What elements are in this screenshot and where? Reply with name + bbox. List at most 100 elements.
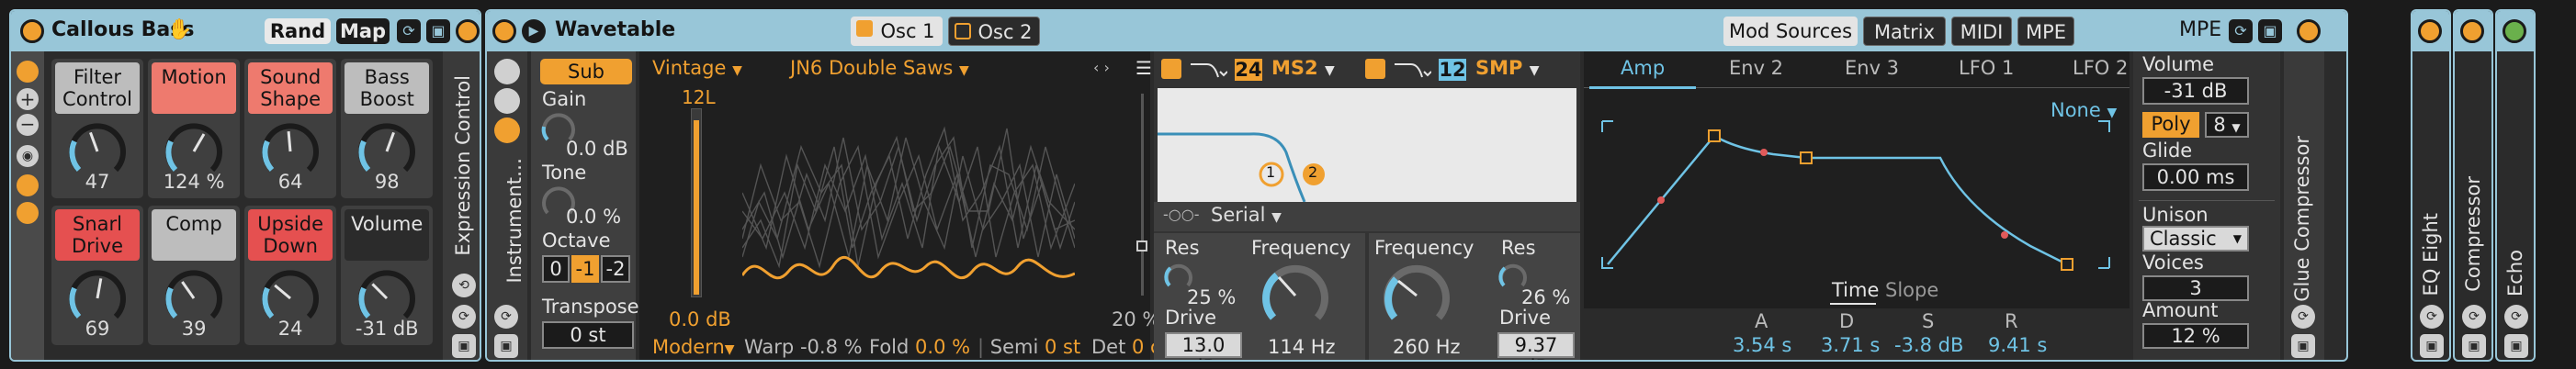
tab-midi[interactable]: MIDI [1951, 17, 2012, 46]
eq-swap-icon[interactable]: ⟳ [2420, 305, 2444, 329]
warp-value[interactable]: -0.8 % [800, 336, 863, 358]
attack-value[interactable]: 3.54 s [1733, 334, 1791, 356]
filter1-type-select[interactable]: MS2 ▼ [1271, 57, 1335, 79]
envelope-display[interactable] [1599, 117, 2113, 283]
wavetable-play-icon[interactable]: ▶ [522, 19, 546, 43]
unison-mode-select[interactable]: Classic ▼ [2142, 226, 2249, 252]
remove-macro-icon[interactable]: − [17, 114, 39, 136]
f2-drive-value[interactable]: 9.37 dB [1497, 332, 1575, 360]
show-devices-icon[interactable] [17, 202, 39, 224]
wavetable-display[interactable] [742, 110, 1075, 319]
filter1-slope[interactable]: 24 [1235, 59, 1262, 81]
tab-osc-2[interactable]: Osc 2 [948, 17, 1040, 46]
filter-node-1[interactable]: 1 [1266, 163, 1275, 181]
macro-rack-activator[interactable] [456, 19, 480, 43]
echo-save-icon[interactable]: ▣ [2504, 334, 2528, 358]
semi-value[interactable]: 0 st [1045, 336, 1080, 358]
mod-source-env-2[interactable]: Env 2 [1729, 57, 1783, 79]
macro-4-label[interactable]: Bass Boost [345, 62, 430, 114]
snapshot-camera-icon[interactable]: ◉ [17, 145, 39, 167]
fold-value[interactable]: 0.0 % [915, 336, 970, 358]
echo-swap-icon[interactable]: ⟳ [2504, 305, 2528, 329]
macro-1-label[interactable]: Filter Control [55, 62, 140, 114]
f2-frequency-knob[interactable] [1380, 259, 1453, 332]
poly-button[interactable]: Poly [2142, 112, 2199, 138]
instrument-swap-icon[interactable]: ⟳ [494, 305, 518, 329]
wavetable-list-icon[interactable]: ☰ [1135, 59, 1156, 79]
octave-option-0[interactable]: 0 [542, 255, 570, 283]
time-button[interactable]: Time [1832, 279, 1879, 301]
wavetable-select[interactable]: JN6 Double Saws ▼ [790, 57, 969, 79]
filter2-type-select[interactable]: SMP ▼ [1475, 57, 1540, 79]
filter1-toggle[interactable] [1161, 59, 1181, 79]
echo-activator-toggle[interactable] [2503, 19, 2526, 43]
osc-mode-select[interactable]: Modern▼ [652, 336, 735, 358]
f1-frequency-knob[interactable] [1259, 259, 1332, 332]
macro-3-label[interactable]: Sound Shape [248, 62, 333, 114]
release-value[interactable]: 9.41 s [1988, 334, 2047, 356]
rand-button[interactable]: Rand [265, 18, 331, 44]
mpe-hot-swap-icon[interactable]: ⟳ [2229, 19, 2253, 43]
wavetable-activator-toggle[interactable] [492, 19, 516, 43]
macro-5-label[interactable]: Snarl Drive [55, 209, 140, 261]
hot-swap-icon[interactable]: ⟳ [397, 19, 421, 43]
map-button[interactable]: Map [336, 18, 390, 44]
prev-next-arrows[interactable]: ‹ › [1093, 59, 1110, 76]
expression-control-swap-icon[interactable]: ⟳ [452, 305, 476, 329]
glue-activator-toggle[interactable] [2297, 19, 2321, 43]
volume-value[interactable]: -31 dB [2142, 77, 2249, 105]
osc-gain-slider[interactable] [691, 108, 702, 297]
comp-swap-icon[interactable]: ⟳ [2462, 305, 2486, 329]
hand-grab-icon[interactable] [494, 88, 520, 114]
fold-icon[interactable] [494, 117, 520, 143]
filter2-slope[interactable]: 12 [1439, 59, 1466, 81]
compressor-activator-toggle[interactable] [2460, 19, 2484, 43]
filter2-shape-icon[interactable] [1393, 59, 1431, 81]
instrument-save-icon[interactable]: ▣ [494, 334, 518, 358]
filter1-shape-icon[interactable] [1189, 59, 1227, 81]
mpe-save-icon[interactable]: ▣ [2258, 19, 2282, 43]
mod-source-lfo-2[interactable]: LFO 2 [2073, 57, 2128, 79]
sub-toggle[interactable]: Sub [540, 59, 632, 84]
show-macros-icon[interactable] [17, 61, 39, 83]
octave-option-minus-1[interactable]: -1 [571, 255, 599, 283]
comp-save-icon[interactable]: ▣ [2462, 334, 2486, 358]
mod-source-env-3[interactable]: Env 3 [1845, 57, 1899, 79]
save-preset-icon[interactable]: ▣ [426, 19, 450, 43]
expression-control-save-icon[interactable]: ▣ [452, 334, 476, 358]
macro-7-label[interactable]: Upside Down [248, 209, 333, 261]
glue-swap-icon[interactable]: ⟳ [2291, 305, 2315, 329]
eq-save-icon[interactable]: ▣ [2420, 334, 2444, 358]
expression-control-mapping-icon[interactable]: ⟲ [452, 274, 476, 297]
filter-response-display[interactable] [1158, 88, 1576, 202]
glide-value[interactable]: 0.00 ms [2142, 163, 2249, 191]
mod-source-lfo-1[interactable]: LFO 1 [1959, 57, 2014, 79]
tab-mpe[interactable]: MPE [2017, 17, 2074, 46]
f1-drive-value[interactable]: 13.0 dB [1165, 332, 1242, 360]
rack-activator-toggle[interactable] [20, 19, 44, 43]
filter2-toggle[interactable] [1365, 59, 1385, 79]
add-variation-icon[interactable]: + [17, 88, 39, 110]
chain-icon[interactable] [494, 59, 520, 84]
eq-eight-activator-toggle[interactable] [2418, 19, 2442, 43]
position-slider[interactable] [1136, 94, 1147, 296]
tab-mod-sources[interactable]: Mod Sources [1723, 17, 1858, 46]
decay-value[interactable]: 3.71 s [1821, 334, 1880, 356]
voices-count-select[interactable]: 8 ▼ [2205, 112, 2249, 138]
slope-button[interactable]: Slope [1885, 279, 1938, 301]
macro-8-label[interactable]: Volume [345, 209, 430, 261]
voices-value[interactable]: 3 [2142, 275, 2249, 301]
filter-routing-select[interactable]: Serial ▼ [1211, 204, 1282, 226]
sub-transpose-field[interactable]: 0 st [542, 321, 634, 349]
tab-matrix[interactable]: Matrix [1863, 17, 1946, 46]
mod-source-amp[interactable]: Amp [1621, 57, 1665, 79]
sustain-value[interactable]: -3.8 dB [1894, 334, 1963, 356]
macro-2-label[interactable]: Motion [152, 62, 237, 114]
wavetable-category-select[interactable]: Vintage ▼ [652, 57, 742, 79]
show-chains-icon[interactable] [17, 174, 39, 196]
octave-option-minus-2[interactable]: -2 [601, 255, 630, 283]
glue-save-icon[interactable]: ▣ [2291, 334, 2315, 358]
macro-6-label[interactable]: Comp [152, 209, 237, 261]
filter-node-2[interactable]: 2 [1308, 163, 1317, 181]
amount-value[interactable]: 12 % [2142, 323, 2249, 349]
